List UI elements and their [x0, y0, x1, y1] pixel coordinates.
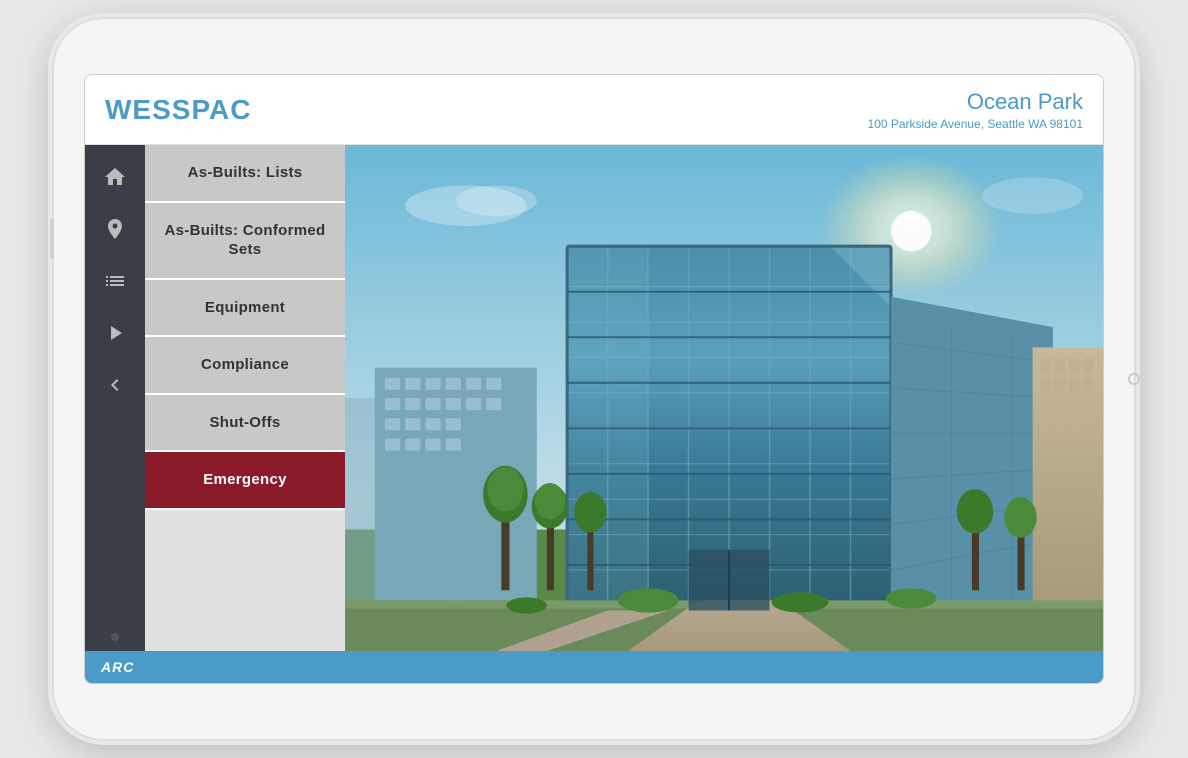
- arc-logo: ARC: [101, 659, 134, 675]
- sidebar: [85, 145, 145, 651]
- back-icon[interactable]: [93, 363, 137, 407]
- property-name: Ocean Park: [868, 89, 1083, 115]
- app-logo: WESSPAC: [105, 94, 252, 126]
- app-footer: ARC: [85, 651, 1103, 683]
- location-icon[interactable]: [93, 207, 137, 251]
- sidebar-dot: [111, 633, 119, 641]
- building-image-area: [345, 145, 1103, 651]
- menu-panel: As-Builts: Lists As-Builts: Conformed Se…: [145, 145, 345, 651]
- menu-item-as-builts-lists[interactable]: As-Builts: Lists: [145, 145, 345, 203]
- content-area: As-Builts: Lists As-Builts: Conformed Se…: [145, 145, 1103, 651]
- play-icon[interactable]: [93, 311, 137, 355]
- tablet-home-button[interactable]: [1128, 373, 1140, 385]
- building-illustration: [345, 145, 1103, 651]
- menu-item-shut-offs[interactable]: Shut-Offs: [145, 395, 345, 453]
- menu-item-equipment[interactable]: Equipment: [145, 280, 345, 338]
- app-screen: WESSPAC Ocean Park 100 Parkside Avenue, …: [84, 74, 1104, 684]
- app-body: As-Builts: Lists As-Builts: Conformed Se…: [85, 145, 1103, 651]
- tablet-volume-button: [50, 219, 54, 259]
- property-info: Ocean Park 100 Parkside Avenue, Seattle …: [868, 89, 1083, 131]
- app-header: WESSPAC Ocean Park 100 Parkside Avenue, …: [85, 75, 1103, 145]
- home-icon[interactable]: [93, 155, 137, 199]
- list-icon[interactable]: [93, 259, 137, 303]
- property-address: 100 Parkside Avenue, Seattle WA 98101: [868, 117, 1083, 131]
- menu-item-as-builts-conformed[interactable]: As-Builts: Conformed Sets: [145, 203, 345, 280]
- menu-item-compliance[interactable]: Compliance: [145, 337, 345, 395]
- menu-item-emergency[interactable]: Emergency: [145, 452, 345, 510]
- tablet-frame: WESSPAC Ocean Park 100 Parkside Avenue, …: [54, 19, 1134, 739]
